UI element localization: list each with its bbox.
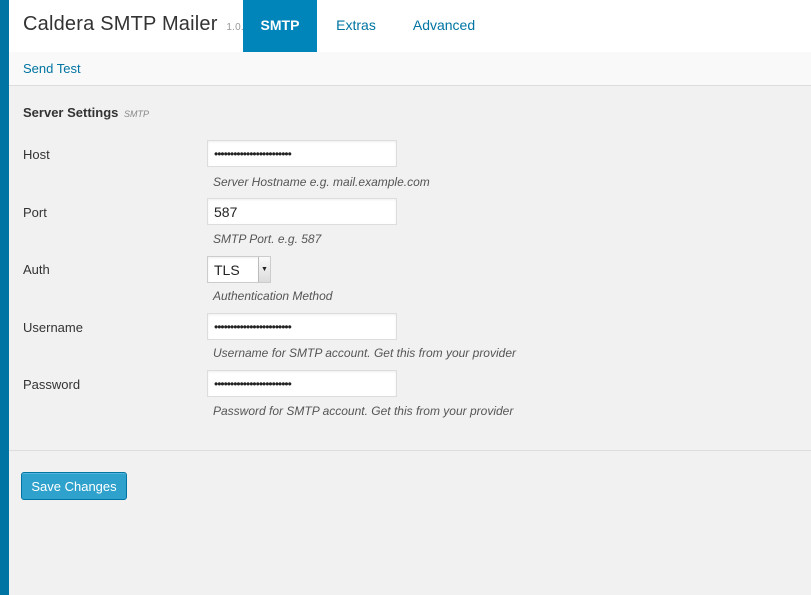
app-title: Caldera SMTP Mailer 1.0.0 xyxy=(23,13,250,36)
save-changes-button[interactable]: Save Changes xyxy=(21,472,127,500)
admin-menu-edge xyxy=(0,0,9,595)
host-label: Host xyxy=(23,147,50,162)
section-title: Server Settings SMTP xyxy=(23,105,149,120)
send-test-link[interactable]: Send Test xyxy=(23,61,81,76)
password-input[interactable] xyxy=(207,370,397,397)
section-divider xyxy=(9,450,811,451)
port-input[interactable] xyxy=(207,198,397,225)
port-description: SMTP Port. e.g. 587 xyxy=(213,232,322,246)
username-input[interactable] xyxy=(207,313,397,340)
host-description: Server Hostname e.g. mail.example.com xyxy=(213,175,430,189)
password-label: Password xyxy=(23,377,81,392)
sub-navigation: Send Test xyxy=(9,52,811,86)
tab-extras[interactable]: Extras xyxy=(328,0,384,52)
username-description: Username for SMTP account. Get this from… xyxy=(213,346,516,360)
port-label: Port xyxy=(23,205,47,220)
auth-description: Authentication Method xyxy=(213,289,333,303)
chevron-down-icon: ▼ xyxy=(258,257,270,282)
auth-select[interactable]: TLS ▼ xyxy=(207,256,271,283)
password-description: Password for SMTP account. Get this from… xyxy=(213,404,514,418)
username-label: Username xyxy=(23,320,83,335)
auth-select-value: TLS xyxy=(214,262,240,278)
section-title-text: Server Settings xyxy=(23,105,119,120)
tab-advanced[interactable]: Advanced xyxy=(405,0,483,52)
auth-label: Auth xyxy=(23,262,50,277)
app-title-text: Caldera SMTP Mailer xyxy=(23,13,218,35)
section-tag: SMTP xyxy=(124,109,150,119)
host-input[interactable] xyxy=(207,140,397,167)
tab-smtp[interactable]: SMTP xyxy=(243,0,317,52)
